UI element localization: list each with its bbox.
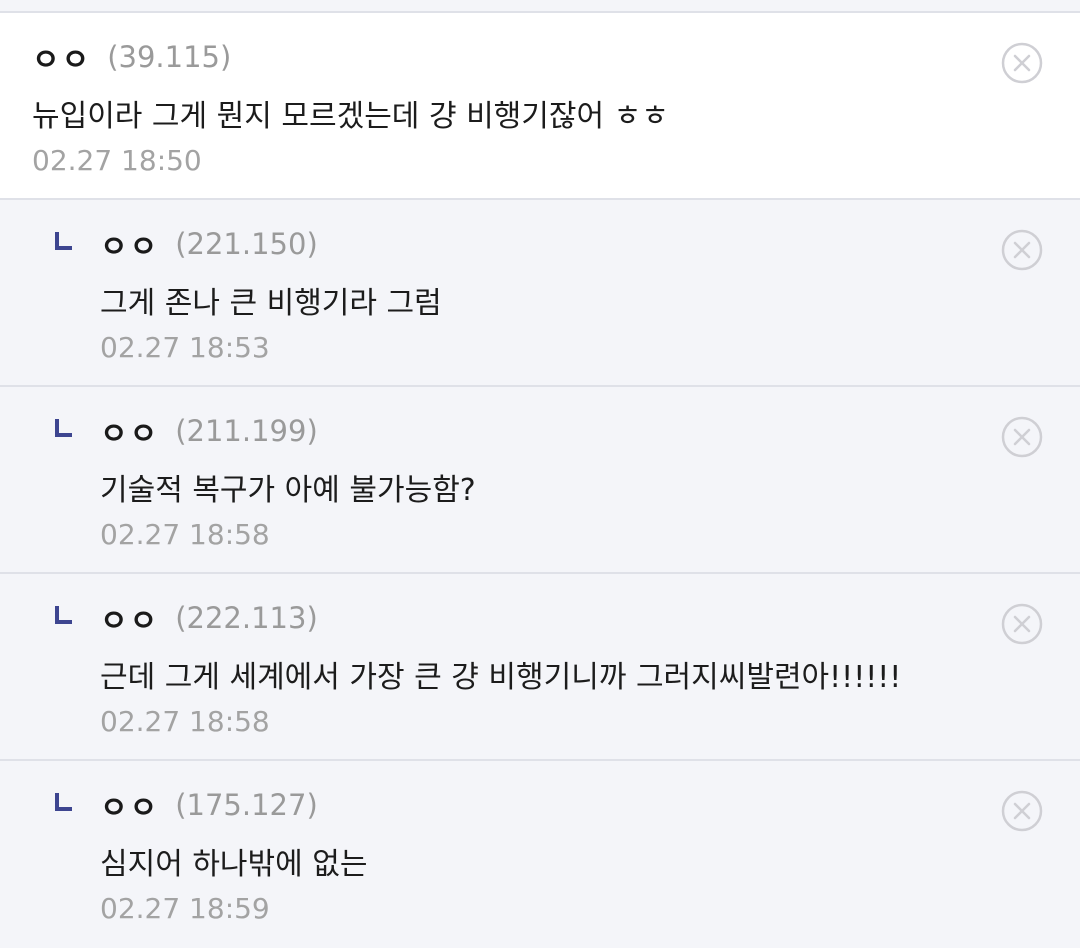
reply-arrow-icon (55, 606, 72, 624)
comment-header: ㅇㅇ (222.113) (100, 596, 318, 640)
comment-header: ㅇㅇ (221.150) (100, 222, 318, 266)
comment-date: 02.27 18:59 (100, 892, 270, 925)
comment-nickname[interactable]: ㅇㅇ (100, 783, 159, 827)
top-divider (0, 0, 1080, 13)
comment-nickname[interactable]: ㅇㅇ (32, 35, 91, 79)
comment-date: 02.27 18:58 (100, 518, 270, 551)
reply-item: ㅇㅇ (222.113) 근데 그게 세계에서 가장 큰 걍 비행기니까 그러지… (0, 574, 1080, 761)
comment-header: ㅇㅇ (39.115) (32, 35, 232, 79)
comment-date: 02.27 18:50 (32, 144, 202, 177)
comment-header: ㅇㅇ (175.127) (100, 783, 318, 827)
comment-date: 02.27 18:53 (100, 331, 270, 364)
comment-nickname[interactable]: ㅇㅇ (100, 222, 159, 266)
close-circle-icon[interactable] (1001, 416, 1043, 458)
comment-ip: (211.199) (175, 414, 318, 448)
comment-ip: (39.115) (107, 40, 232, 74)
close-circle-icon[interactable] (1001, 790, 1043, 832)
reply-item: ㅇㅇ (221.150) 그게 존나 큰 비행기라 그럼 02.27 18:53 (0, 200, 1080, 387)
reply-arrow-icon (55, 419, 72, 437)
comment-text: 뉴입이라 그게 뭔지 모르겠는데 걍 비행기잖어 ㅎㅎ (32, 99, 669, 134)
comment-ip: (222.113) (175, 601, 318, 635)
comment-list: ㅇㅇ (39.115) 뉴입이라 그게 뭔지 모르겠는데 걍 비행기잖어 ㅎㅎ … (0, 13, 1080, 948)
close-circle-icon[interactable] (1001, 42, 1043, 84)
close-circle-icon[interactable] (1001, 229, 1043, 271)
comment-text: 그게 존나 큰 비행기라 그럼 (100, 286, 442, 321)
comment-item: ㅇㅇ (39.115) 뉴입이라 그게 뭔지 모르겠는데 걍 비행기잖어 ㅎㅎ … (0, 13, 1080, 200)
reply-arrow-icon (55, 793, 72, 811)
comment-text: 기술적 복구가 아예 불가능함? (100, 473, 476, 508)
comment-nickname[interactable]: ㅇㅇ (100, 596, 159, 640)
comment-text: 심지어 하나밖에 없는 (100, 847, 368, 882)
reply-arrow-icon (55, 232, 72, 250)
close-circle-icon[interactable] (1001, 603, 1043, 645)
comment-text: 근데 그게 세계에서 가장 큰 걍 비행기니까 그러지씨발련아!!!!!! (100, 660, 902, 695)
reply-item: ㅇㅇ (175.127) 심지어 하나밖에 없는 02.27 18:59 (0, 761, 1080, 948)
comment-ip: (221.150) (175, 227, 318, 261)
comment-date: 02.27 18:58 (100, 705, 270, 738)
comment-header: ㅇㅇ (211.199) (100, 409, 318, 453)
comment-nickname[interactable]: ㅇㅇ (100, 409, 159, 453)
comment-ip: (175.127) (175, 788, 318, 822)
reply-item: ㅇㅇ (211.199) 기술적 복구가 아예 불가능함? 02.27 18:5… (0, 387, 1080, 574)
